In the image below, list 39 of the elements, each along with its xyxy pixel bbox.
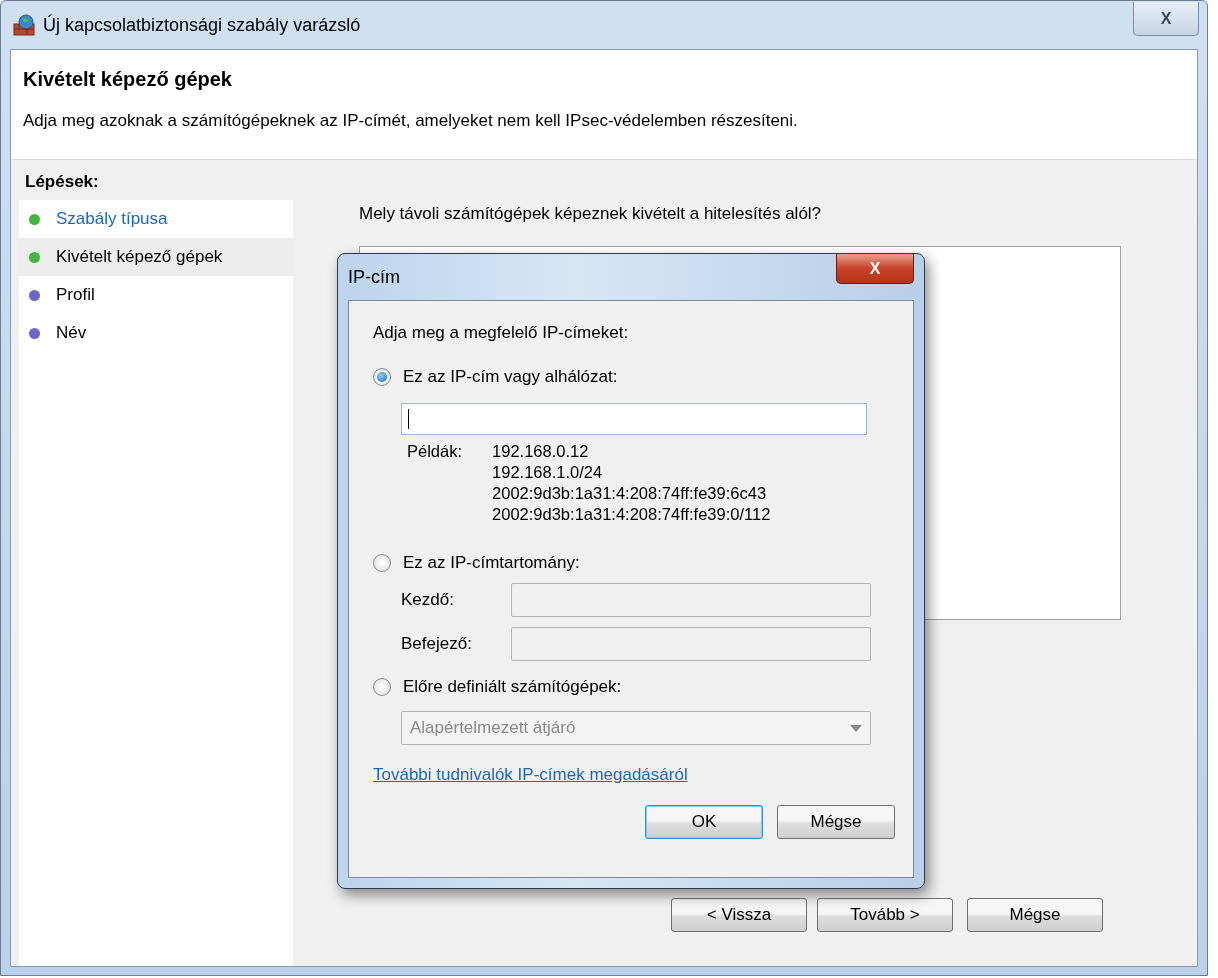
field-label: Kezdő: [401, 590, 455, 610]
dropdown-arrow-icon [850, 724, 862, 732]
close-button[interactable]: X [836, 254, 914, 284]
window-title: Új kapcsolatbiztonsági szabály varázsló [43, 14, 361, 36]
page-title: Kivételt képező gépek [23, 68, 233, 91]
step-item[interactable]: Név [19, 314, 293, 352]
field-label: Befejező: [401, 634, 473, 654]
radio-button[interactable] [373, 554, 391, 572]
help-link[interactable]: További tudnivalók IP-címek megadásáról [373, 765, 688, 785]
wizard-button[interactable]: Tovább > [817, 898, 953, 932]
example-address: 2002:9d3b:1a31:4:208:74ff:fe39:0/112 [492, 504, 771, 525]
step-item[interactable]: Profil [19, 276, 293, 314]
step-item[interactable]: Szabály típusa [19, 200, 293, 238]
radio-label: Előre definiált számítógépek: [403, 677, 622, 697]
example-address: 192.168.0.12 [492, 441, 590, 462]
ip-address-field[interactable] [401, 403, 867, 435]
wizard-button[interactable]: < Vissza [671, 898, 807, 932]
page-description: Adja meg azoknak a számítógépeknek az IP-címét, amelyeket nem kell IPsec-védelemben részesíteni. [23, 111, 799, 131]
radio-button[interactable] [373, 678, 391, 696]
dialog-button[interactable]: OK [645, 805, 763, 839]
radio-label: Ez az IP-cím vagy alhálózat: [403, 367, 618, 387]
step-label: Profil [56, 285, 95, 305]
step-label: Név [56, 323, 87, 343]
examples-label: Példák: [407, 441, 463, 462]
dialog-title: IP-cím [348, 266, 400, 288]
close-button[interactable]: X [1133, 2, 1199, 36]
step-item[interactable]: Kivételt képező gépek [19, 238, 293, 276]
step-label: Kivételt képező gépek [56, 247, 223, 267]
steps-heading: Lépések: [19, 164, 293, 200]
wizard-button[interactable]: Mégse [967, 898, 1103, 932]
radio-label: Ez az IP-címtartomány: [403, 553, 580, 573]
question-text: Mely távoli számítógépek képeznek kivételt a hitelesítés alól? [359, 204, 823, 224]
radio-button[interactable] [373, 368, 391, 386]
firewall-globe-icon [13, 14, 35, 36]
example-address: 192.168.1.0/24 [492, 462, 604, 483]
example-address: 2002:9d3b:1a31:4:208:74ff:fe39:6c43 [492, 483, 768, 504]
step-label: Szabály típusa [56, 209, 168, 229]
dialog-button[interactable]: Mégse [777, 805, 895, 839]
prompt-text: Adja meg a megfelelő IP-címeket: [373, 323, 630, 343]
